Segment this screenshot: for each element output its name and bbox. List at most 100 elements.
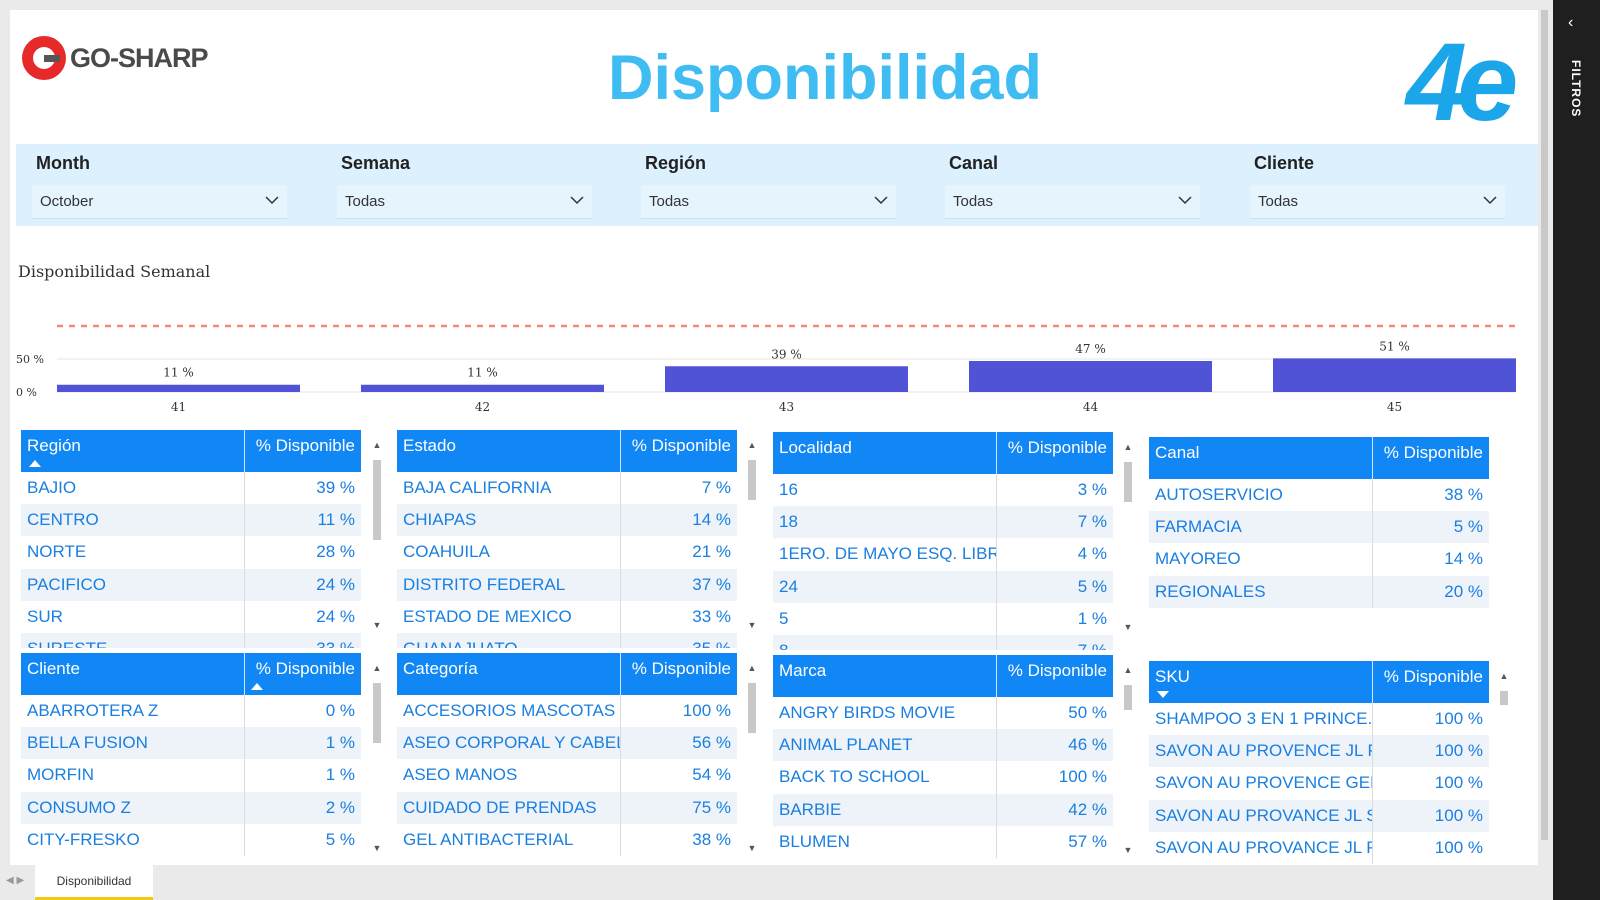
semana-dropdown[interactable]: Todas [337,185,592,219]
scroll-thumb[interactable] [373,460,381,540]
canvas-scrollbar[interactable] [1538,0,1553,865]
table-row[interactable]: 87 % [773,634,1113,650]
table-row[interactable]: CENTRO 11 % [21,504,361,537]
scroll-thumb[interactable] [1124,685,1132,710]
region-dropdown[interactable]: Todas [641,185,896,219]
scroll-up-icon[interactable]: ▲ [747,440,757,450]
column-header[interactable]: SKU [1149,661,1373,703]
column-header[interactable]: Marca [773,655,997,697]
table-row[interactable]: BELLA FUSION 1 % [21,727,361,760]
chevron-left-icon[interactable]: ‹ [1568,14,1573,32]
scroll-down-icon[interactable]: ▼ [747,620,757,630]
slicer-label: Month [36,153,90,173]
scroll-up-icon[interactable]: ▲ [372,440,382,450]
column-header[interactable]: % Disponible [997,655,1113,697]
table-row[interactable]: PACIFICO 24 % [21,568,361,601]
table-row[interactable]: SAVON AU PROVENCE GEL... 100 % [1149,767,1489,800]
table-row[interactable]: CONSUMO Z 2 % [21,791,361,824]
cliente-dropdown[interactable]: Todas [1250,185,1505,219]
table-row[interactable]: 1ERO. DE MAYO ESQ. LIBR... 4 % [773,538,1113,571]
table-row[interactable]: SAVON AU PROVENCE JL P... 100 % [1149,735,1489,768]
scroll-up-icon[interactable]: ▲ [1499,671,1509,681]
scroll-thumb[interactable] [373,683,381,743]
table-row[interactable]: DISTRITO FEDERAL 37 % [397,568,737,601]
report-canvas: GO-SHARP 4e Month October Semana Todas R… [10,10,1553,865]
scroll-up-icon[interactable]: ▲ [747,663,757,673]
table-row[interactable]: BLUMEN 57 % [773,825,1113,858]
scroll-down-icon[interactable]: ▼ [1123,845,1133,855]
table-row[interactable]: ESTADO DE MEXICO 33 % [397,600,737,633]
table-row[interactable]: NORTE 28 % [21,536,361,569]
column-header[interactable]: Canal [1149,437,1373,479]
column-header[interactable]: % Disponible [1373,661,1489,703]
table-row[interactable]: 18 7 % [773,506,1113,539]
weekly-availability-chart[interactable]: 0 % 50 % 11 % 41 11 % 42 39 % 43 47 % 44 51 % 45 [10,290,1553,435]
scroll-thumb[interactable] [748,460,756,500]
column-header[interactable]: Cliente [21,653,245,695]
column-header[interactable]: % Disponible [621,430,737,472]
estado-table-scrollbar[interactable]: ▲ ▼ [747,440,757,640]
column-header[interactable]: % Disponible [997,432,1113,474]
categoria-table-scrollbar[interactable]: ▲ ▼ [747,663,757,863]
table-row[interactable]: SURESTE33 % [21,632,361,648]
filters-pane[interactable]: ‹ FILTROS [1553,0,1600,900]
localidad-table-scrollbar[interactable]: ▲ ▼ [1123,442,1133,642]
cliente-table-scrollbar[interactable]: ▲ ▼ [372,663,382,863]
tab-disponibilidad[interactable]: Disponibilidad [35,865,153,900]
column-header[interactable]: Categoría [397,653,621,695]
table-row[interactable]: GUANAJUATO35 % [397,632,737,648]
table-row[interactable]: CUIDADO DE PRENDAS 75 % [397,791,737,824]
marca-table-scrollbar[interactable]: ▲ ▼ [1123,665,1133,865]
table-row[interactable]: SAVON AU PROVANCE JL S... 100 % [1149,799,1489,832]
table-row[interactable]: SUR 24 % [21,600,361,633]
scroll-thumb[interactable] [1124,462,1132,502]
table-row[interactable]: ABARROTERA Z 0 % [21,695,361,728]
scroll-thumb[interactable] [748,683,756,733]
column-header[interactable]: % Disponible [245,430,361,472]
table-row[interactable]: CHIAPAS 14 % [397,504,737,537]
table-row[interactable]: ANIMAL PLANET 46 % [773,729,1113,762]
region-table-scrollbar[interactable]: ▲ ▼ [372,440,382,640]
column-header[interactable]: Localidad [773,432,997,474]
scroll-down-icon[interactable]: ▼ [372,843,382,853]
column-header[interactable]: % Disponible [621,653,737,695]
scroll-down-icon[interactable]: ▼ [372,620,382,630]
column-header[interactable]: Estado [397,430,621,472]
table-row[interactable]: ACCESORIOS MASCOTAS 100 % [397,695,737,728]
table-row[interactable]: GEL ANTIBACTERIAL 38 % [397,823,737,856]
table-row[interactable]: BAJIO 39 % [21,472,361,505]
table-row[interactable]: SAVON AU PROVANCE JL P... 100 % [1149,831,1489,864]
table-row[interactable]: BARBIE 42 % [773,793,1113,826]
tab-nav-arrows-icon[interactable]: ◀ ▶ [6,875,24,886]
scroll-up-icon[interactable]: ▲ [372,663,382,673]
table-row[interactable]: CITY-FRESKO 5 % [21,823,361,856]
table-row[interactable]: 24 5 % [773,570,1113,603]
table-row[interactable]: 16 3 % [773,474,1113,507]
column-header[interactable]: % Disponible [245,653,361,695]
scroll-up-icon[interactable]: ▲ [1123,665,1133,675]
scroll-thumb[interactable] [1500,691,1508,705]
table-row[interactable]: 5 1 % [773,602,1113,635]
scroll-down-icon[interactable]: ▼ [1123,622,1133,632]
scroll-down-icon[interactable]: ▼ [747,843,757,853]
table-row[interactable]: MORFIN 1 % [21,759,361,792]
table-row[interactable]: MAYOREO 14 % [1149,543,1489,576]
table-row[interactable]: ANGRY BIRDS MOVIE 50 % [773,697,1113,730]
column-header[interactable]: Región [21,430,245,472]
table-row[interactable]: ASEO MANOS 54 % [397,759,737,792]
table-row[interactable]: ASEO CORPORAL Y CABELL... 56 % [397,727,737,760]
canal-dropdown[interactable]: Todas [945,185,1200,219]
sku-table-scrollbar[interactable]: ▲ [1499,671,1509,865]
table-row[interactable]: BACK TO SCHOOL 100 % [773,761,1113,794]
scroll-up-icon[interactable]: ▲ [1123,442,1133,452]
table-row[interactable]: SHAMPOO 3 EN 1 PRINCE... 100 % [1149,703,1489,736]
column-header[interactable]: % Disponible [1373,437,1489,479]
page-title: Disponibilidad [0,42,1600,114]
table-row[interactable]: AUTOSERVICIO 38 % [1149,479,1489,512]
month-dropdown[interactable]: October [32,185,287,219]
table-row[interactable]: FARMACIA 5 % [1149,511,1489,544]
table-row[interactable]: BAJA CALIFORNIA 7 % [397,472,737,505]
table-row[interactable]: REGIONALES 20 % [1149,575,1489,608]
scroll-thumb[interactable] [1541,10,1548,840]
table-row[interactable]: COAHUILA 21 % [397,536,737,569]
